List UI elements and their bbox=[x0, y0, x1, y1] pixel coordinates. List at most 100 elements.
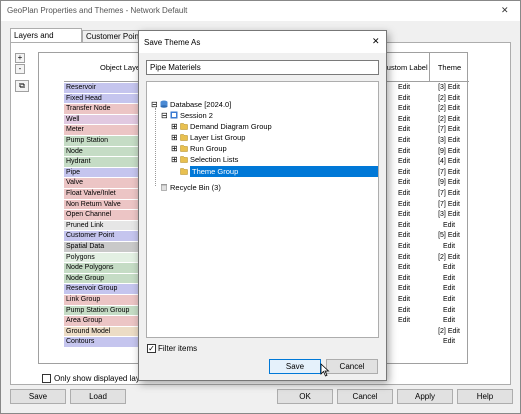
theme-edit[interactable]: Edit bbox=[429, 306, 469, 317]
help-button[interactable]: Help bbox=[457, 389, 513, 404]
dialog-close-icon[interactable]: ✕ bbox=[372, 36, 380, 47]
copy-button[interactable]: ⧉ bbox=[15, 80, 29, 92]
apply-button[interactable]: Apply bbox=[397, 389, 453, 404]
ok-button[interactable]: OK bbox=[277, 389, 333, 404]
layer-name-cell: Meter bbox=[64, 125, 139, 136]
theme-edit[interactable]: Edit bbox=[429, 263, 469, 274]
tree-item[interactable]: ⊞ Selection Lists bbox=[171, 154, 238, 165]
layer-name-cell: Contours bbox=[64, 337, 139, 348]
theme-edit[interactable]: Edit bbox=[429, 274, 469, 285]
folder-icon bbox=[180, 144, 190, 153]
dialog-save-button[interactable]: Save bbox=[269, 359, 321, 374]
copy-icon: ⧉ bbox=[19, 81, 25, 90]
recycle-bin-icon bbox=[160, 183, 170, 192]
folder-icon bbox=[180, 155, 190, 164]
theme-edit[interactable]: Edit bbox=[429, 316, 469, 327]
tree-item-label: Selection Lists bbox=[190, 155, 239, 164]
filter-items-label: Filter items bbox=[158, 344, 198, 353]
theme-edit[interactable]: [7] Edit bbox=[429, 125, 469, 136]
only-show-label: Only show displayed layers bbox=[54, 374, 139, 383]
apply-label: Apply bbox=[414, 392, 435, 401]
theme-edit[interactable]: [3] Edit bbox=[429, 136, 469, 147]
theme-edit[interactable]: [9] Edit bbox=[429, 178, 469, 189]
folder-tree[interactable]: ⊟ Database [2024.0] ⊟ Session 2 ⊞ Demand Diag… bbox=[146, 81, 379, 338]
expand-toggle-icon[interactable]: ⊞ bbox=[171, 143, 180, 154]
theme-edit[interactable]: [3] Edit bbox=[429, 83, 469, 94]
tab-layers-themes[interactable]: Layers and Themes bbox=[10, 28, 82, 54]
layer-name-cell: Area Group bbox=[64, 316, 139, 327]
tree-item[interactable]: ⊞ Demand Diagram Group bbox=[171, 121, 272, 132]
layer-name-cell: Valve bbox=[64, 178, 139, 189]
layer-name-cell: Ground Model bbox=[64, 326, 139, 338]
theme-edit[interactable]: [4] Edit bbox=[429, 157, 469, 168]
tree-item-label: Layer List Group bbox=[190, 133, 246, 142]
tree-item[interactable]: Recycle Bin (3) bbox=[151, 182, 221, 193]
load-label: Load bbox=[89, 392, 107, 401]
theme-edit[interactable]: Edit bbox=[429, 221, 469, 232]
expand-toggle-icon[interactable]: ⊞ bbox=[171, 132, 180, 143]
layer-name-cell: Float Valve/Inlet bbox=[64, 189, 139, 200]
theme-name-value: Pipe Materiels bbox=[150, 63, 201, 72]
theme-edit[interactable]: Edit bbox=[429, 337, 469, 348]
tree-item[interactable]: ⊞ Layer List Group bbox=[171, 132, 245, 143]
theme-edit[interactable]: [7] Edit bbox=[429, 189, 469, 200]
theme-edit[interactable]: [9] Edit bbox=[429, 147, 469, 158]
load-button[interactable]: Load bbox=[70, 389, 126, 404]
theme-edit[interactable]: [3] Edit bbox=[429, 210, 469, 221]
only-show-checkbox[interactable] bbox=[42, 374, 51, 383]
layer-name-cell: Well bbox=[64, 114, 139, 126]
theme-edit[interactable]: Edit bbox=[429, 295, 469, 306]
filter-items-checkbox[interactable]: ✓ bbox=[147, 344, 156, 353]
theme-edit[interactable]: [2] Edit bbox=[429, 327, 469, 338]
theme-edit[interactable]: Edit bbox=[429, 284, 469, 295]
layer-name-cell: Reservoir bbox=[64, 83, 139, 94]
folder-icon bbox=[180, 133, 190, 142]
dialog-title-bar: Save Theme As ✕ bbox=[139, 31, 386, 53]
expand-toggle-icon[interactable]: ⊞ bbox=[171, 154, 180, 165]
cancel-label: Cancel bbox=[352, 392, 378, 401]
dialog-cancel-label: Cancel bbox=[339, 362, 365, 371]
tree-item[interactable]: ⊞ Run Group bbox=[171, 143, 227, 154]
layer-name-cell: Transfer Node bbox=[64, 104, 139, 115]
database-icon bbox=[160, 100, 170, 109]
dialog-cancel-button[interactable]: Cancel bbox=[326, 359, 378, 374]
session-icon bbox=[170, 111, 180, 120]
layer-name-cell: Customer Point bbox=[64, 231, 139, 242]
layer-name-cell: Node bbox=[64, 146, 139, 158]
custom-label-header: Custom Label bbox=[381, 63, 428, 72]
theme-edit[interactable]: [2] Edit bbox=[429, 94, 469, 105]
layer-name-cell: Pruned Link bbox=[64, 220, 139, 232]
tab-label: Customer Points bbox=[86, 32, 142, 41]
theme-edit[interactable]: [5] Edit bbox=[429, 231, 469, 242]
layer-name-cell: Link Group bbox=[64, 295, 139, 306]
tree-item-label: Run Group bbox=[190, 144, 227, 153]
layer-name-cell: Node Group bbox=[64, 273, 139, 285]
tree-item[interactable]: ⊟ Database [2024.0] bbox=[151, 99, 231, 110]
object-layer-header: Object Layer bbox=[100, 63, 143, 72]
folder-icon bbox=[180, 122, 190, 131]
tree-item[interactable]: ⊟ Session 2 bbox=[161, 110, 213, 121]
save-button[interactable]: Save bbox=[10, 389, 66, 404]
window-close-icon[interactable]: ✕ bbox=[501, 5, 509, 16]
minus-icon: - bbox=[18, 64, 22, 73]
expand-toggle-icon[interactable]: ⊞ bbox=[171, 121, 180, 132]
theme-header: Theme bbox=[437, 63, 462, 72]
title-bar: GeoPlan Properties and Themes - Network … bbox=[1, 1, 520, 21]
expand-toggle-icon[interactable]: ⊟ bbox=[161, 110, 170, 121]
tree-item[interactable]: Theme Group bbox=[171, 166, 378, 177]
add-row-button[interactable]: + bbox=[15, 53, 25, 63]
layer-name-cell: Pipe bbox=[64, 167, 139, 179]
theme-edit[interactable]: [2] Edit bbox=[429, 104, 469, 115]
theme-edit[interactable]: Edit bbox=[429, 242, 469, 253]
tree-connector bbox=[155, 108, 156, 186]
layer-name-cell: Polygons bbox=[64, 252, 139, 264]
ok-label: OK bbox=[299, 392, 311, 401]
theme-name-input[interactable]: Pipe Materiels bbox=[146, 60, 379, 75]
theme-edit[interactable]: [7] Edit bbox=[429, 200, 469, 211]
plus-icon: + bbox=[17, 53, 23, 62]
theme-edit[interactable]: [2] Edit bbox=[429, 253, 469, 264]
remove-row-button[interactable]: - bbox=[15, 64, 25, 74]
cancel-button[interactable]: Cancel bbox=[337, 389, 393, 404]
theme-edit[interactable]: [7] Edit bbox=[429, 168, 469, 179]
theme-edit[interactable]: [2] Edit bbox=[429, 115, 469, 126]
